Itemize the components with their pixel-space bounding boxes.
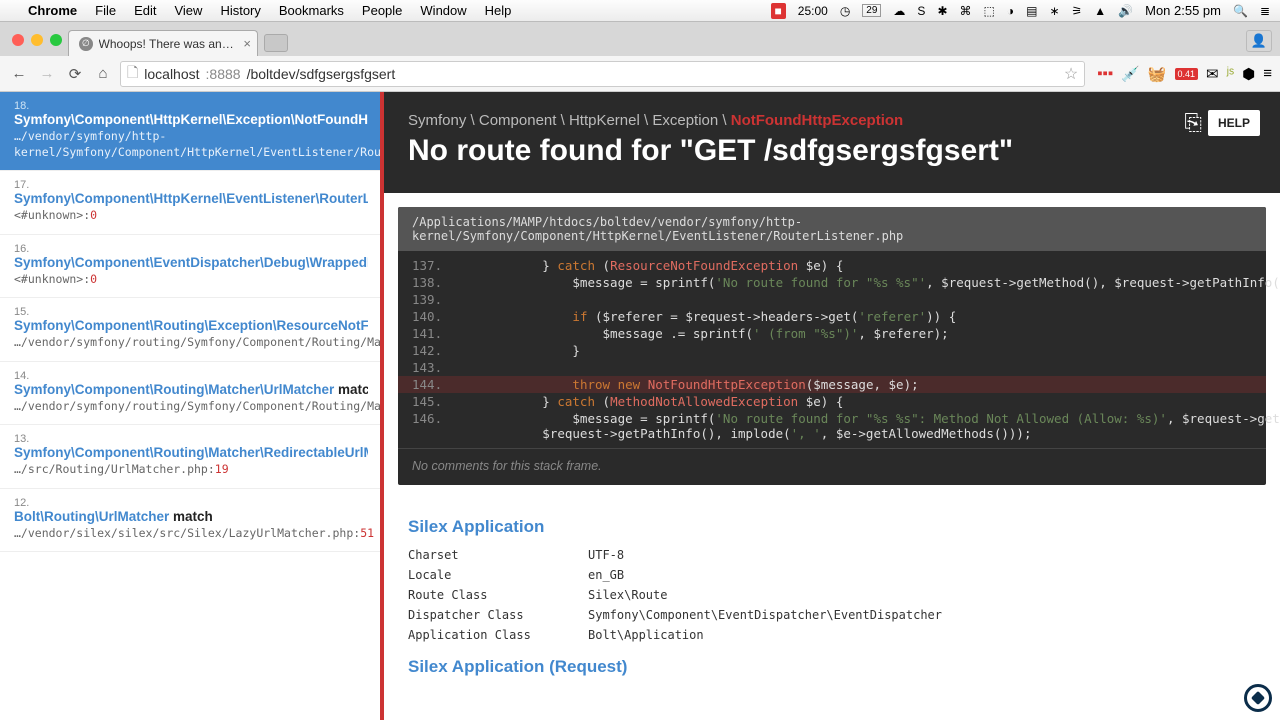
env-row: Localeen_GB: [408, 565, 1256, 585]
battery-icon[interactable]: ◑: [1007, 4, 1014, 18]
copy-icon[interactable]: ⎘: [1184, 110, 1202, 136]
code-comments: No comments for this stack frame.: [398, 448, 1266, 485]
stack-frame[interactable]: 15.Symfony\Component\Routing\Exception\R…: [0, 298, 380, 362]
code-line: 140. if ($referer = $request->headers->g…: [398, 308, 1266, 325]
stack-frame[interactable]: 18.Symfony\Component\HttpKernel\Exceptio…: [0, 92, 380, 171]
browser-tab[interactable]: ∅ Whoops! There was an err ×: [68, 30, 258, 56]
stack-frame[interactable]: 16.Symfony\Component\EventDispatcher\Deb…: [0, 235, 380, 299]
new-tab-button[interactable]: [264, 34, 288, 52]
chrome-toolbar: ← → ⟳ ⌂ 🗋 localhost :8888/boltdev/sdfgser…: [0, 56, 1280, 92]
menu-window[interactable]: Window: [420, 3, 466, 18]
forward-button[interactable]: →: [36, 63, 58, 85]
code-line: 141. $message .= sprintf(' (from "%s")',…: [398, 325, 1266, 342]
menu-file[interactable]: File: [95, 3, 116, 18]
window-controls: [8, 34, 68, 56]
env-title-app: Silex Application: [408, 517, 1256, 537]
calendar-icon[interactable]: 29: [862, 4, 881, 17]
stack-frames-sidebar[interactable]: 18.Symfony\Component\HttpKernel\Exceptio…: [0, 92, 384, 720]
spotlight-icon[interactable]: 🔍: [1233, 4, 1248, 18]
details-panel[interactable]: Symfony \ Component \ HttpKernel \ Excep…: [384, 92, 1280, 720]
url-host: localhost: [144, 66, 199, 82]
menubar-app[interactable]: Chrome: [28, 3, 77, 18]
tab-title: Whoops! There was an err: [99, 37, 235, 51]
site-info-icon[interactable]: 🗋: [127, 62, 138, 86]
code-line: 146. $message = sprintf('No route found …: [398, 410, 1266, 442]
code-file-path: /Applications/MAMP/htdocs/boltdev/vendor…: [398, 207, 1266, 251]
mail-icon[interactable]: ✉: [1206, 65, 1219, 83]
dropbox-icon[interactable]: ⬚: [984, 4, 995, 18]
menu-edit[interactable]: Edit: [134, 3, 156, 18]
url-port: :8888: [206, 66, 241, 82]
lastpass-icon[interactable]: ▪▪▪: [1097, 65, 1113, 82]
code-panel: /Applications/MAMP/htdocs/boltdev/vendor…: [398, 207, 1266, 485]
cpu-icon[interactable]: ▤: [1026, 4, 1037, 18]
env-row: Dispatcher ClassSymfony\Component\EventD…: [408, 605, 1256, 625]
extension-icons: ▪▪▪ 💉 🧺 0.41 ✉ ʲˢ ⬢ ≡: [1091, 65, 1272, 83]
code-line: 143.: [398, 359, 1266, 376]
menu-bookmarks[interactable]: Bookmarks: [279, 3, 344, 18]
code-line: 137. } catch (ResourceNotFoundException …: [398, 257, 1266, 274]
close-window-button[interactable]: [12, 34, 24, 46]
status-icon-1[interactable]: ✱: [937, 4, 947, 18]
address-bar[interactable]: 🗋 localhost :8888/boltdev/sdfgsergsfgsert…: [120, 61, 1085, 87]
cube-icon[interactable]: ⬢: [1242, 65, 1255, 83]
chrome-menu-icon[interactable]: ≡: [1263, 65, 1272, 82]
stack-frame[interactable]: 17.Symfony\Component\HttpKernel\EventLis…: [0, 171, 380, 235]
menu-view[interactable]: View: [174, 3, 202, 18]
env-row: Application ClassBolt\Application: [408, 625, 1256, 645]
bolt-badge-icon[interactable]: [1244, 684, 1272, 712]
env-row: CharsetUTF-8: [408, 545, 1256, 565]
pomodoro-icon[interactable]: ◷: [840, 4, 850, 18]
code-line: 138. $message = sprintf('No route found …: [398, 274, 1266, 291]
colorpicker-icon[interactable]: 💉: [1121, 65, 1140, 83]
stack-frame[interactable]: 13.Symfony\Component\Routing\Matcher\Red…: [0, 425, 380, 489]
tab-close-icon[interactable]: ×: [243, 36, 251, 51]
exception-header: Symfony \ Component \ HttpKernel \ Excep…: [384, 92, 1280, 193]
minimize-window-button[interactable]: [31, 34, 43, 46]
env-section: Silex Application CharsetUTF-8Localeen_G…: [384, 499, 1280, 697]
tab-favicon: ∅: [79, 37, 93, 51]
code-line: 144. throw new NotFoundHttpException($me…: [398, 376, 1266, 393]
menubar-timer: 25:00: [798, 4, 828, 18]
ext-icon-3[interactable]: 🧺: [1148, 65, 1167, 83]
help-button[interactable]: HELP: [1208, 110, 1260, 136]
exception-message: No route found for "GET /sdfgsergsfgsert…: [408, 133, 1256, 169]
env-title-request: Silex Application (Request): [408, 657, 1256, 677]
notifications-icon[interactable]: ≣: [1260, 4, 1270, 18]
code-lines: 137. } catch (ResourceNotFoundException …: [398, 251, 1266, 448]
env-row: Route ClassSilex\Route: [408, 585, 1256, 605]
url-path: /boltdev/sdfgsergsfgsert: [247, 66, 396, 82]
volume-icon[interactable]: 🔊: [1118, 4, 1133, 18]
stack-frame[interactable]: 12.Bolt\Routing\UrlMatcher match…/vendor…: [0, 489, 380, 553]
menubar-clock[interactable]: Mon 2:55 pm: [1145, 3, 1221, 18]
eject-icon[interactable]: ▲: [1094, 4, 1106, 18]
mac-menubar: Chrome File Edit View History Bookmarks …: [0, 0, 1280, 22]
skype-icon[interactable]: S: [917, 4, 925, 18]
cloud-icon[interactable]: ☁: [893, 4, 905, 18]
js-icon[interactable]: ʲˢ: [1227, 65, 1235, 82]
menubar-timer-icon[interactable]: ■: [771, 3, 786, 19]
bluetooth-icon[interactable]: ∗: [1049, 4, 1059, 18]
reload-button[interactable]: ⟳: [64, 63, 86, 85]
exception-namespace: Symfony \ Component \ HttpKernel \ Excep…: [408, 112, 1256, 129]
menu-people[interactable]: People: [362, 3, 402, 18]
code-line: 142. }: [398, 342, 1266, 359]
menu-help[interactable]: Help: [485, 3, 512, 18]
back-button[interactable]: ←: [8, 63, 30, 85]
ext-badge-icon[interactable]: 0.41: [1175, 68, 1199, 80]
code-line: 145. } catch (MethodNotAllowedException …: [398, 393, 1266, 410]
zoom-window-button[interactable]: [50, 34, 62, 46]
env-table-app: CharsetUTF-8Localeen_GBRoute ClassSilex\…: [408, 545, 1256, 645]
bookmark-star-icon[interactable]: ☆: [1064, 64, 1078, 84]
chrome-tab-strip: ∅ Whoops! There was an err × 👤: [0, 22, 1280, 56]
code-line: 139.: [398, 291, 1266, 308]
status-icon-2[interactable]: ⌘: [960, 4, 972, 18]
stack-frame[interactable]: 14.Symfony\Component\Routing\Matcher\Url…: [0, 362, 380, 426]
wifi-icon[interactable]: ⚞: [1072, 4, 1083, 18]
profile-button[interactable]: 👤: [1246, 30, 1272, 52]
home-button[interactable]: ⌂: [92, 63, 114, 85]
menu-history[interactable]: History: [220, 3, 260, 18]
